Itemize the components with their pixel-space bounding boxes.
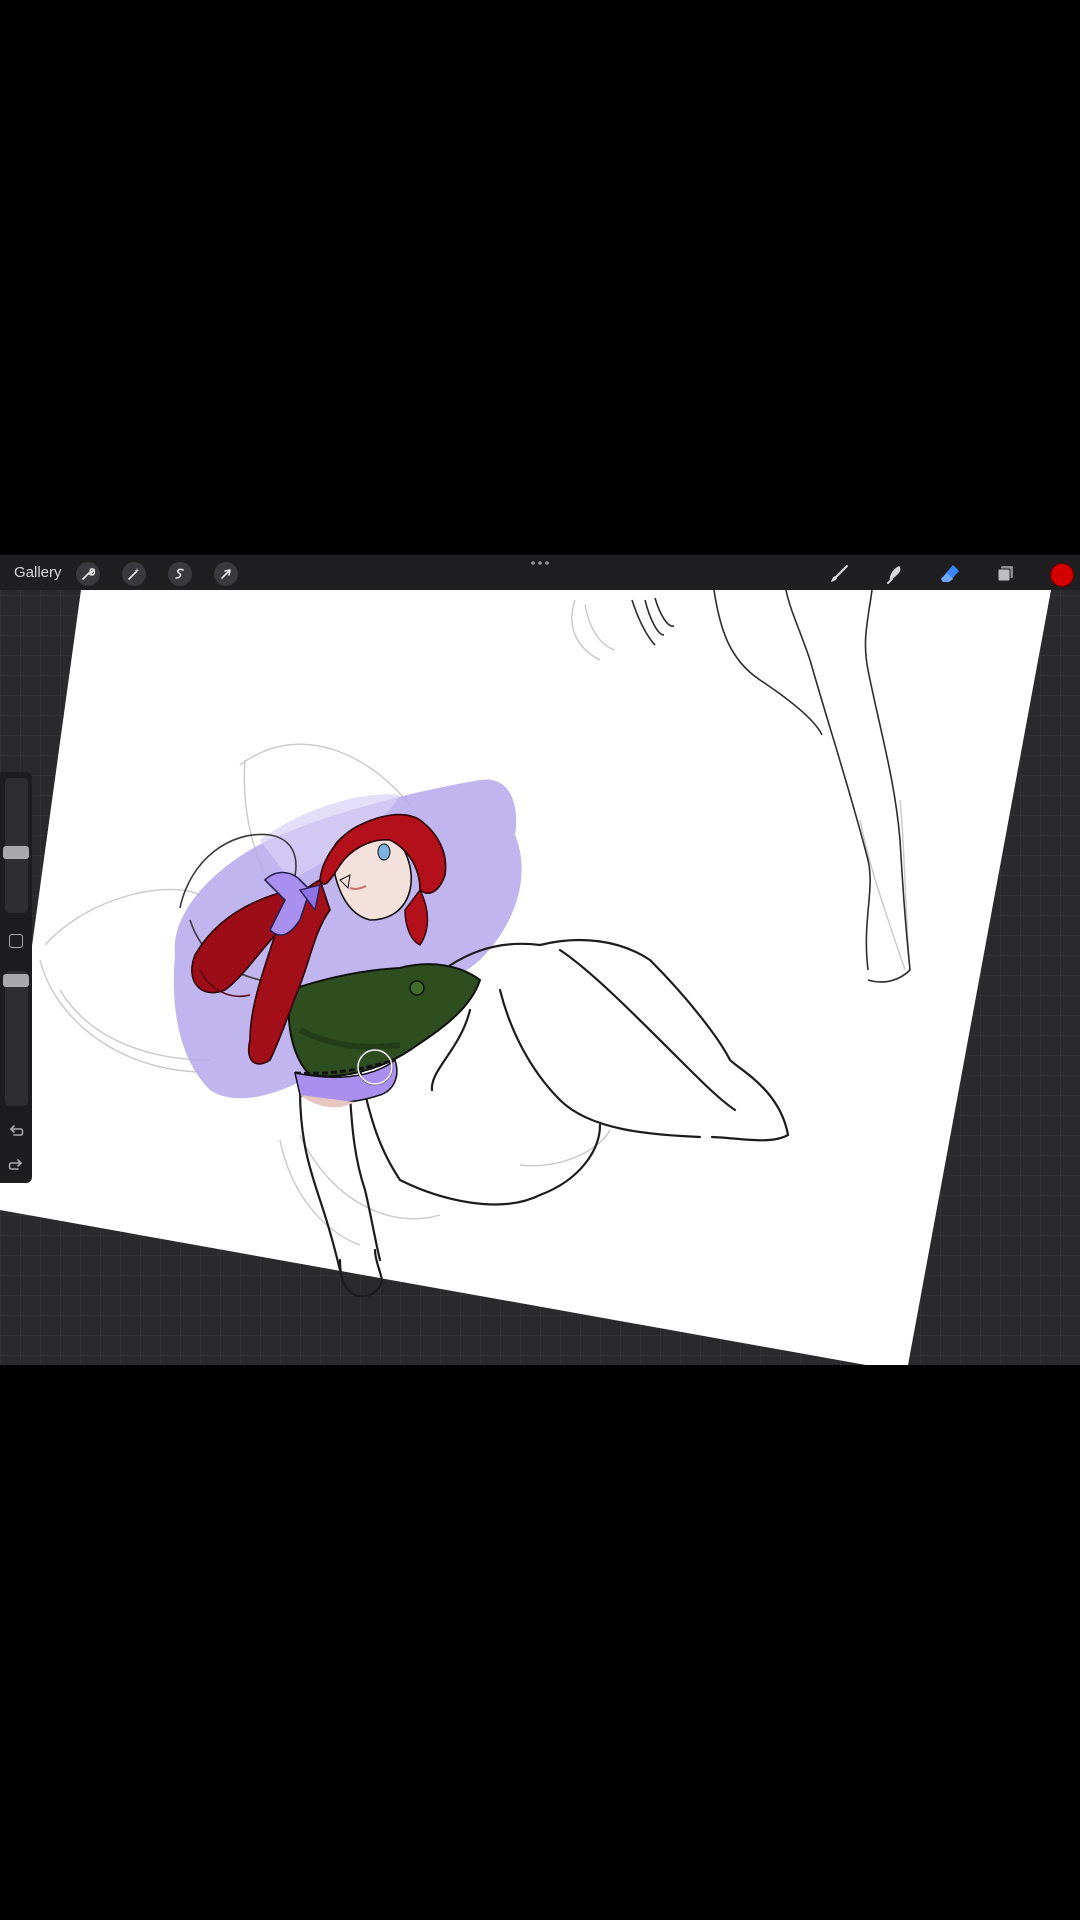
- ellipsis-icon[interactable]: [528, 558, 552, 568]
- smudge-button[interactable]: [882, 561, 908, 587]
- wrench-icon: [82, 568, 95, 580]
- modify-button[interactable]: [9, 934, 23, 948]
- canvas-area[interactable]: [0, 590, 1080, 1365]
- layers-icon: [997, 566, 1013, 582]
- actions-button[interactable]: [76, 562, 100, 586]
- left-sidebar: [0, 772, 32, 1183]
- canvas-sheet: [0, 590, 1051, 1365]
- gallery-button[interactable]: Gallery: [14, 564, 62, 581]
- top-toolbar: Gallery: [0, 555, 1080, 590]
- eraser-icon: [941, 565, 959, 582]
- magic-wand-icon: [128, 568, 140, 580]
- selection-button[interactable]: [168, 562, 192, 586]
- undo-icon[interactable]: [7, 1123, 25, 1139]
- selection-icon: [175, 568, 184, 579]
- layers-button[interactable]: [992, 561, 1018, 587]
- transform-arrow-icon: [221, 569, 231, 579]
- canvas-artwork[interactable]: [0, 590, 1080, 1365]
- eraser-button[interactable]: [937, 561, 963, 587]
- screen: Gallery: [0, 0, 1080, 1920]
- color-swatch[interactable]: [1050, 563, 1074, 587]
- smudge-icon: [887, 566, 901, 584]
- brush-size-thumb[interactable]: [3, 846, 29, 859]
- brush-size-slider[interactable]: [3, 778, 29, 913]
- opacity-slider[interactable]: [3, 971, 29, 1106]
- opacity-thumb[interactable]: [3, 974, 29, 987]
- adjustments-button[interactable]: [122, 562, 146, 586]
- transform-button[interactable]: [214, 562, 238, 586]
- redo-icon[interactable]: [7, 1157, 25, 1173]
- procreate-app: Gallery: [0, 555, 1080, 1365]
- brush-button[interactable]: [826, 561, 852, 587]
- brush-icon: [831, 565, 848, 582]
